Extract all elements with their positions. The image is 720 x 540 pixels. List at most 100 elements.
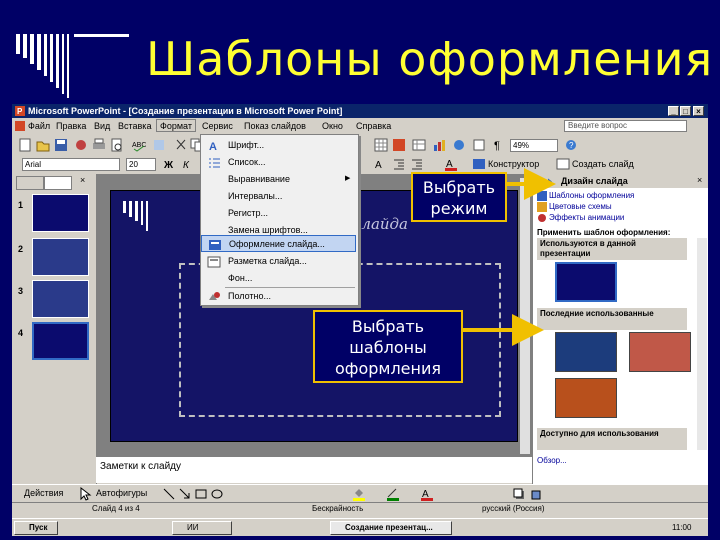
menu-edit[interactable]: Правка <box>56 121 86 131</box>
menu-window[interactable]: Окно <box>322 121 343 131</box>
menu-file[interactable]: Файл <box>28 121 50 131</box>
slide-thumbnail-2[interactable] <box>32 238 89 276</box>
menu-item-slide-design[interactable]: Оформление слайда... <box>201 235 356 252</box>
italic-icon[interactable]: К <box>180 157 194 171</box>
link-design-templates[interactable]: Шаблоны оформления <box>549 191 634 200</box>
window-title: Microsoft PowerPoint - [Создание презент… <box>28 106 343 116</box>
link-color-schemes[interactable]: Цветовые схемы <box>549 202 612 211</box>
fill-color-icon[interactable] <box>352 487 366 501</box>
research-icon[interactable] <box>152 138 166 152</box>
start-button[interactable]: Пуск <box>14 521 58 535</box>
constructor-icon[interactable] <box>472 157 486 171</box>
menu-item-slide-layout[interactable]: Разметка слайда... <box>201 253 356 270</box>
callout-choose-mode: Выбрать режим <box>411 172 507 222</box>
menu-view[interactable]: Вид <box>94 121 110 131</box>
tab-slides[interactable] <box>44 176 72 190</box>
line-color-icon[interactable] <box>386 487 400 501</box>
line-icon[interactable] <box>162 487 176 501</box>
decrease-indent-icon[interactable] <box>392 157 406 171</box>
arrow-icon[interactable] <box>178 487 192 501</box>
close-pane-icon[interactable]: × <box>80 175 85 185</box>
increase-indent-icon[interactable] <box>410 157 424 171</box>
hyperlink-icon[interactable] <box>452 138 466 152</box>
font-color-icon[interactable]: A <box>444 157 458 171</box>
taskbar-button-powerpoint[interactable]: Создание презентац... <box>330 521 452 535</box>
permission-icon[interactable] <box>74 138 88 152</box>
cut-icon[interactable] <box>174 138 188 152</box>
save-icon[interactable] <box>54 138 68 152</box>
new-slide-button[interactable]: Создать слайд <box>572 159 634 169</box>
back-forward-icon[interactable] <box>537 177 553 186</box>
ask-question-input[interactable]: Введите вопрос <box>564 120 687 132</box>
menu-help[interactable]: Справка <box>356 121 391 131</box>
design-thumbnail-current[interactable] <box>555 262 617 302</box>
status-bar: Слайд 4 из 4 Бескрайность русский (Росси… <box>12 502 708 515</box>
spelling-icon[interactable]: ABC <box>132 138 146 152</box>
font-icon: A <box>209 141 217 152</box>
menu-item-font[interactable]: A Шрифт... <box>201 137 356 154</box>
help-icon[interactable]: ? <box>564 138 578 152</box>
text-color-icon[interactable]: A <box>420 487 434 501</box>
open-icon[interactable] <box>36 138 50 152</box>
menu-item-background[interactable]: Фон... <box>201 270 356 287</box>
taskbar-button-folder[interactable]: ИИ <box>172 521 232 535</box>
slide-thumbnail-3[interactable] <box>32 280 89 318</box>
task-pane-scrollbar[interactable] <box>697 238 707 450</box>
constructor-button[interactable]: Конструктор <box>488 159 539 169</box>
color-grayscale-icon[interactable] <box>392 138 406 152</box>
rectangle-icon[interactable] <box>194 487 208 501</box>
print-icon[interactable] <box>92 138 106 152</box>
oval-icon[interactable] <box>210 487 224 501</box>
close-pane-icon[interactable]: × <box>697 175 702 185</box>
status-language: русский (Россия) <box>482 504 545 513</box>
shadow-icon[interactable] <box>512 487 526 501</box>
slide-thumbnail-4[interactable] <box>32 322 89 360</box>
menu-item-alignment[interactable]: Выравнивание ▶ <box>201 171 356 188</box>
menu-format[interactable]: Формат <box>156 119 196 132</box>
svg-text:К: К <box>183 160 190 171</box>
tab-outline[interactable] <box>16 176 44 190</box>
menu-tools[interactable]: Сервис <box>202 121 233 131</box>
svg-text:ABC: ABC <box>132 142 146 149</box>
increase-font-icon[interactable]: A <box>374 157 388 171</box>
vertical-scrollbar[interactable] <box>520 178 530 454</box>
slide-thumbnail-1[interactable] <box>32 194 89 232</box>
design-thumbnail-recent-3[interactable] <box>555 378 617 418</box>
menu-item-list[interactable]: Список... <box>201 154 356 171</box>
menu-item-canvas[interactable]: Полотно... <box>201 288 356 305</box>
preview-icon[interactable] <box>110 138 124 152</box>
notes-pane[interactable]: Заметки к слайду <box>96 456 532 483</box>
drawing-toolbar: Действия Автофигуры A <box>12 484 708 503</box>
grid-icon[interactable] <box>374 138 388 152</box>
show-formatting-icon[interactable]: ¶ <box>492 138 506 152</box>
font-size-select[interactable]: 20 <box>126 158 156 171</box>
minimize-icon[interactable]: _ <box>668 106 679 116</box>
table-icon[interactable] <box>412 138 426 152</box>
section-current: Используются в данной презентации <box>537 238 687 260</box>
menu-insert[interactable]: Вставка <box>118 121 151 131</box>
slides-pane: × 1 2 3 4 <box>12 174 97 512</box>
design-thumbnail-recent-2[interactable] <box>629 332 691 372</box>
close-icon[interactable]: × <box>693 106 704 116</box>
new-slide-icon[interactable] <box>556 157 570 171</box>
chart-icon[interactable] <box>432 138 446 152</box>
menu-item-spacing[interactable]: Интервалы... <box>201 188 356 205</box>
svg-text:P: P <box>17 107 23 116</box>
menu-item-case[interactable]: Регистр... <box>201 205 356 222</box>
font-select[interactable]: Arial <box>22 158 120 171</box>
zoom-select[interactable]: 49% <box>510 139 558 152</box>
canvas-icon <box>209 292 220 300</box>
menu-slideshow[interactable]: Показ слайдов <box>244 121 306 131</box>
task-pane: Дизайн слайда × Шаблоны оформления Цвето… <box>532 174 708 512</box>
maximize-icon[interactable]: □ <box>680 106 691 116</box>
actions-menu[interactable]: Действия <box>24 488 63 498</box>
select-pointer-icon[interactable] <box>78 487 92 501</box>
bold-icon[interactable]: Ж <box>162 157 176 171</box>
3d-icon[interactable] <box>530 487 544 501</box>
expand-icon[interactable] <box>472 138 486 152</box>
new-icon[interactable] <box>18 138 32 152</box>
link-animation-effects[interactable]: Эффекты анимации <box>549 213 624 222</box>
browse-link[interactable]: Обзор... <box>537 456 567 465</box>
design-thumbnail-recent-1[interactable] <box>555 332 617 372</box>
autoshapes-menu[interactable]: Автофигуры <box>96 488 147 498</box>
